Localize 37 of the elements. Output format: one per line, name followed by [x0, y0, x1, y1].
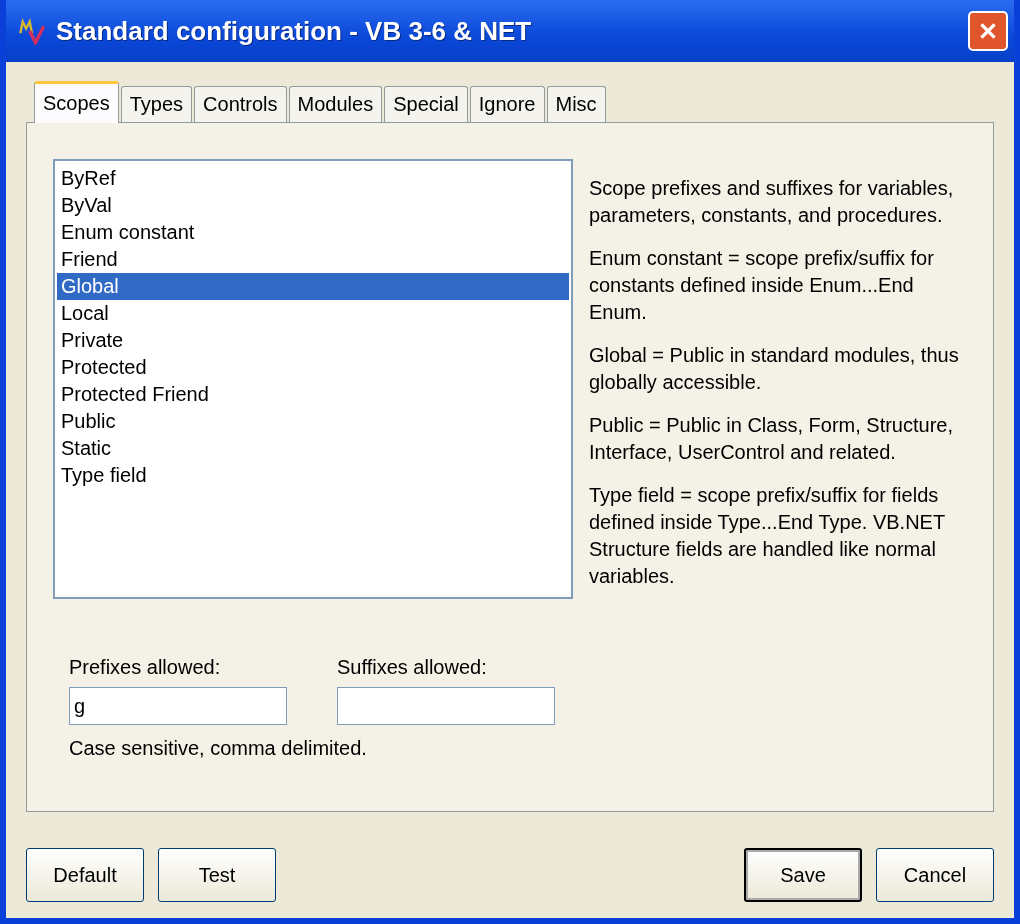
list-item[interactable]: Global: [57, 273, 569, 300]
list-item[interactable]: Private: [57, 327, 569, 354]
dialog-button[interactable]: Save: [744, 848, 862, 902]
description-text: Type field = scope prefix/suffix for fields defined inside Type...End Type. VB.NET Structure fields are handled like normal variables.: [589, 483, 946, 589]
description-text: Public = Public in Class, Form, Structure, Interface, UserControl and related.: [589, 413, 954, 465]
app-logo-icon: [18, 17, 46, 45]
list-item[interactable]: Protected: [57, 354, 569, 381]
list-item[interactable]: Protected Friend: [57, 381, 569, 408]
close-icon: [977, 20, 999, 42]
list-item[interactable]: Static: [57, 435, 569, 462]
dialog-button[interactable]: Default: [26, 848, 144, 902]
tab[interactable]: Types: [120, 86, 193, 122]
tab[interactable]: Special: [384, 86, 468, 122]
hint-text: Case sensitive, comma delimited.: [68, 737, 368, 760]
window-title: Standard configuration - VB 3-6 & NET: [56, 15, 533, 47]
tab[interactable]: Controls: [194, 86, 287, 122]
list-item[interactable]: Type field: [57, 462, 569, 489]
list-item[interactable]: Local: [57, 300, 569, 327]
description-text: Enum constant = scope prefix/suffix for constants defined inside Enum...End Enum.: [589, 246, 935, 325]
description-text: Global = Public in standard modules, thus globally accessible.: [589, 343, 959, 395]
list-item[interactable]: ByVal: [57, 192, 569, 219]
field-label: Suffixes allowed:: [337, 656, 488, 679]
close-button[interactable]: [968, 11, 1008, 51]
tab[interactable]: Scopes: [34, 81, 119, 123]
list-item[interactable]: Friend: [57, 246, 569, 273]
suffixes-field[interactable]: [337, 687, 555, 725]
list-item[interactable]: Public: [57, 408, 569, 435]
tab[interactable]: Misc: [546, 86, 606, 122]
tab[interactable]: Modules: [288, 86, 383, 122]
tab[interactable]: Ignore: [469, 86, 545, 122]
list-item[interactable]: Enum constant: [57, 219, 569, 246]
dialog-button[interactable]: Test: [158, 848, 276, 902]
prefixes-field[interactable]: g: [69, 687, 287, 725]
field-label: Prefixes allowed:: [69, 656, 222, 679]
list-item[interactable]: ByRef: [57, 165, 569, 192]
dialog-button[interactable]: Cancel: [876, 848, 994, 902]
description-text: Scope prefixes and suffixes for variables, parameters, constants, and procedures.: [589, 176, 955, 228]
